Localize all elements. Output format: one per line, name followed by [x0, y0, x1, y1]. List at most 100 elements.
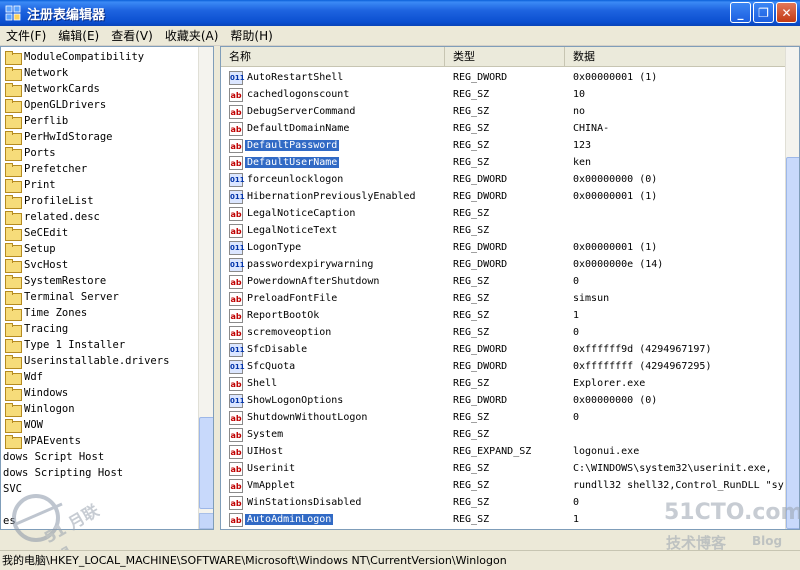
- value-data: 0x00000001 (1): [573, 191, 658, 202]
- close-button[interactable]: ✕: [776, 2, 797, 23]
- value-name-cell: ab DefaultPassword: [221, 138, 445, 153]
- string-value-icon: ab: [229, 121, 243, 136]
- tree-item[interactable]: Print: [1, 177, 199, 193]
- tree-item[interactable]: ProfileList: [1, 193, 199, 209]
- value-row[interactable]: ab LegalNoticeText REG_SZ: [221, 222, 785, 239]
- tree-item[interactable]: Tracing: [1, 321, 199, 337]
- value-type: REG_SZ: [453, 497, 490, 508]
- value-row[interactable]: ab AutoAdminLogon REG_SZ 1: [221, 511, 785, 528]
- tree-item[interactable]: WOW: [1, 417, 199, 433]
- tree-item[interactable]: Type 1 Installer: [1, 337, 199, 353]
- tree-item-label: Winlogon: [24, 403, 75, 415]
- tree-item[interactable]: SvcHost: [1, 257, 199, 273]
- value-row[interactable]: ab ShutdownWithoutLogon REG_SZ 0: [221, 409, 785, 426]
- tree-item[interactable]: NetworkCards: [1, 81, 199, 97]
- value-name: Shell: [247, 378, 278, 389]
- value-row[interactable]: 011 HibernationPreviouslyEnabled REG_DWORD…: [221, 188, 785, 205]
- value-row[interactable]: ab scremoveoption REG_SZ 0: [221, 324, 785, 341]
- value-row[interactable]: ab VmApplet REG_SZ rundll32 shell32,Control…: [221, 477, 785, 494]
- tree-item[interactable]: WPAEvents: [1, 433, 199, 449]
- binary-value-icon: 011: [229, 359, 245, 374]
- menu-view[interactable]: 查看(V): [105, 26, 159, 46]
- list-vertical-scrollbar[interactable]: [785, 47, 799, 529]
- folder-icon: [5, 50, 22, 65]
- binary-value-icon: 011: [229, 257, 245, 272]
- value-type: REG_DWORD: [453, 174, 508, 185]
- tree-item[interactable]: Winlogon: [1, 401, 199, 417]
- value-row[interactable]: ab PreloadFontFile REG_SZ simsun: [221, 290, 785, 307]
- tree-item[interactable]: Userinstallable.drivers: [1, 353, 199, 369]
- title-bar[interactable]: 注册表编辑器 _ ❐ ✕: [0, 0, 800, 26]
- value-row[interactable]: 011 passwordexpirywarning REG_DWORD 0x00000…: [221, 256, 785, 273]
- value-row[interactable]: ab PowerdownAfterShutdown REG_SZ 0: [221, 273, 785, 290]
- value-row[interactable]: ab DefaultDomainName REG_SZ CHINA-: [221, 120, 785, 137]
- tree-item[interactable]: Time Zones: [1, 305, 199, 321]
- value-name: ShowLogonOptions: [247, 395, 344, 406]
- column-header-name[interactable]: 名称: [221, 47, 445, 67]
- tree-item[interactable]: Setup: [1, 241, 199, 257]
- value-name-cell: ab DebugServerCommand: [221, 104, 445, 119]
- value-row[interactable]: ab WinStationsDisabled REG_SZ 0: [221, 494, 785, 511]
- column-header-data[interactable]: 数据: [565, 47, 785, 67]
- tree-vertical-scrollbar[interactable]: [198, 47, 213, 529]
- value-row[interactable]: ab Userinit REG_SZ C:\WINDOWS\system32\user…: [221, 460, 785, 477]
- value-row[interactable]: 011 forceunlocklogon REG_DWORD 0x00000000 (…: [221, 171, 785, 188]
- value-row[interactable]: ab cachedlogonscount REG_SZ 10: [221, 86, 785, 103]
- tree-item[interactable]: Network: [1, 65, 199, 81]
- list-scroll-thumb[interactable]: [786, 157, 799, 529]
- value-row[interactable]: ab DebugServerCommand REG_SZ no: [221, 103, 785, 120]
- value-row[interactable]: ab DefaultPassword REG_SZ 123: [221, 137, 785, 154]
- value-name: scremoveoption: [247, 327, 332, 338]
- status-path: 我的电脑\HKEY_LOCAL_MACHINE\SOFTWARE\Microso…: [2, 554, 507, 567]
- tree-scroll-down-arrow[interactable]: [199, 513, 213, 529]
- tree-item[interactable]: Prefetcher: [1, 161, 199, 177]
- value-row[interactable]: ab Shell REG_SZ Explorer.exe: [221, 375, 785, 392]
- tree-item[interactable]: Ports: [1, 145, 199, 161]
- tree-item-label: related.desc: [24, 211, 100, 223]
- registry-key-tree[interactable]: ModuleCompatibility Network NetworkCards Op…: [0, 46, 214, 530]
- value-name-cell: 011 LogonType: [221, 240, 445, 255]
- menu-favorites[interactable]: 收藏夹(A): [159, 26, 225, 46]
- value-row[interactable]: 011 ShowLogonOptions REG_DWORD 0x00000000 (…: [221, 392, 785, 409]
- value-row[interactable]: 011 LogonType REG_DWORD 0x00000001 (1): [221, 239, 785, 256]
- maximize-button[interactable]: ❐: [753, 2, 774, 23]
- value-row[interactable]: ab LegalNoticeCaption REG_SZ: [221, 205, 785, 222]
- tree-item[interactable]: dows Scripting Host: [1, 465, 199, 481]
- tree-item[interactable]: SystemRestore: [1, 273, 199, 289]
- registry-values-list[interactable]: 名称 类型 数据 011 AutoRestartShell REG_DWORD 0x0…: [220, 46, 800, 530]
- tree-item[interactable]: Windows: [1, 385, 199, 401]
- tree-item[interactable]: dows Script Host: [1, 449, 199, 465]
- tree-scroll-thumb[interactable]: [199, 417, 213, 509]
- value-row[interactable]: ab ReportBootOk REG_SZ 1: [221, 307, 785, 324]
- tree-item[interactable]: OpenGLDrivers: [1, 97, 199, 113]
- minimize-button[interactable]: _: [730, 2, 751, 23]
- tree-item[interactable]: [1, 497, 199, 513]
- value-data: 1: [573, 514, 580, 525]
- binary-value-icon: 011: [229, 189, 245, 204]
- value-name: VmApplet: [247, 480, 296, 491]
- tree-item[interactable]: Perflib: [1, 113, 199, 129]
- value-row[interactable]: 011 AutoRestartShell REG_DWORD 0x00000001 (…: [221, 69, 785, 86]
- menu-help[interactable]: 帮助(H): [224, 26, 278, 46]
- value-row[interactable]: 011 SfcDisable REG_DWORD 0xffffff9d (429496…: [221, 341, 785, 358]
- tree-item[interactable]: Wdf: [1, 369, 199, 385]
- tree-item[interactable]: SeCEdit: [1, 225, 199, 241]
- value-row[interactable]: ab System REG_SZ: [221, 426, 785, 443]
- menu-edit[interactable]: 编辑(E): [52, 26, 105, 46]
- menu-file[interactable]: 文件(F): [0, 26, 52, 46]
- tree-item[interactable]: PerHwIdStorage: [1, 129, 199, 145]
- tree-item[interactable]: ModuleCompatibility: [1, 49, 199, 65]
- value-row[interactable]: ab UIHost REG_EXPAND_SZ logonui.exe: [221, 443, 785, 460]
- status-bar: 我的电脑\HKEY_LOCAL_MACHINE\SOFTWARE\Microso…: [0, 550, 800, 570]
- value-name-cell: ab DefaultDomainName: [221, 121, 445, 136]
- tree-item[interactable]: SVC: [1, 481, 199, 497]
- column-header-type[interactable]: 类型: [445, 47, 565, 67]
- value-row[interactable]: ab DefaultUserName REG_SZ ken: [221, 154, 785, 171]
- tree-item[interactable]: related.desc: [1, 209, 199, 225]
- value-type: REG_EXPAND_SZ: [453, 446, 532, 457]
- value-row[interactable]: 011 SfcQuota REG_DWORD 0xffffffff (42949672…: [221, 358, 785, 375]
- folder-icon: [5, 274, 22, 289]
- tree-item[interactable]: es: [1, 513, 199, 529]
- value-type: REG_SZ: [453, 429, 490, 440]
- tree-item[interactable]: Terminal Server: [1, 289, 199, 305]
